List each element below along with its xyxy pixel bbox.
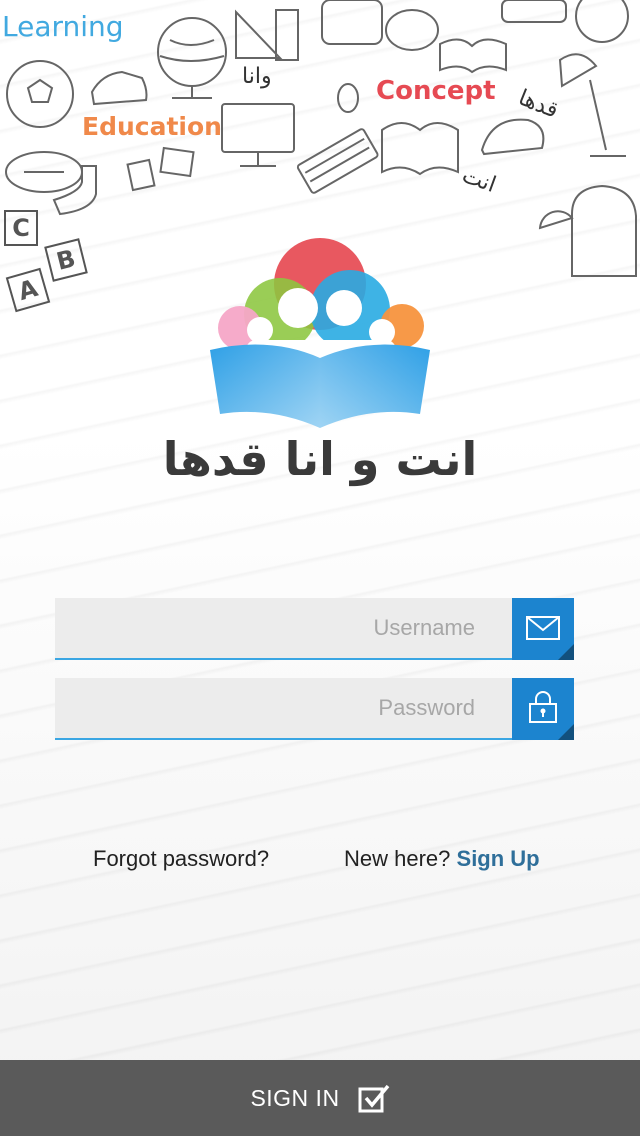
letter-block-c: C — [4, 210, 38, 246]
username-icon-button — [512, 598, 574, 660]
new-here-label: New here? — [344, 846, 451, 871]
sign-up-link[interactable]: Sign Up — [457, 846, 540, 871]
app-logo-text: انت و انا قدها — [162, 432, 478, 486]
doodle-word-learning: Learning — [2, 10, 124, 43]
corner-fold — [558, 724, 574, 740]
sign-in-button[interactable]: SIGN IN — [0, 1060, 640, 1136]
app-logo — [200, 232, 440, 432]
corner-fold — [558, 644, 574, 660]
doodle-word-concept: Concept — [376, 76, 496, 106]
forgot-password-link[interactable]: Forgot password? — [93, 846, 269, 872]
checkbox-check-icon — [358, 1084, 389, 1113]
password-icon-button — [512, 678, 574, 740]
password-field-box — [55, 678, 512, 740]
doodle-word-arabic-1: وانا — [242, 64, 272, 89]
envelope-icon — [526, 616, 560, 640]
new-here-text: New here? Sign Up — [344, 846, 540, 872]
password-input[interactable] — [55, 678, 511, 738]
sign-in-label: SIGN IN — [250, 1084, 340, 1111]
username-field — [55, 598, 574, 660]
username-field-box — [55, 598, 512, 660]
password-field — [55, 678, 574, 740]
doodle-word-education: Education — [82, 112, 222, 141]
username-input[interactable] — [55, 598, 511, 658]
lock-icon — [529, 691, 557, 723]
logo-emblem-icon — [210, 238, 430, 428]
